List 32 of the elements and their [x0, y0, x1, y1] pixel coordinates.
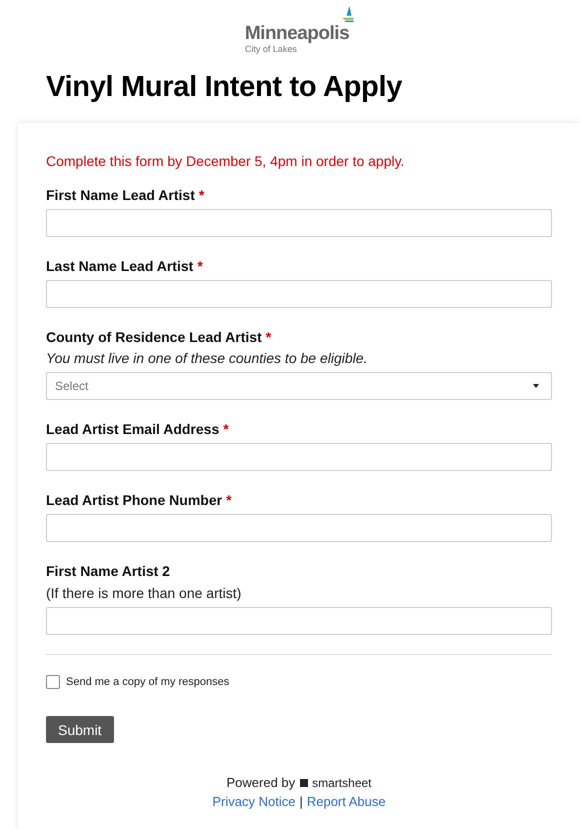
logo-text: Minneapolis	[244, 24, 350, 44]
footer-link[interactable]: Report Abuse	[306, 794, 386, 809]
select-field[interactable]: Select	[46, 372, 552, 400]
required-marker: *	[197, 258, 203, 274]
checkbox-label: Send me a copy of my responses	[66, 676, 230, 688]
input-field[interactable]	[46, 514, 552, 542]
powered-by-text: Powered by	[226, 775, 296, 790]
field-label: First Name Artist 2	[46, 563, 170, 579]
footer-link[interactable]: Privacy Notice	[212, 794, 296, 809]
input-field[interactable]	[46, 280, 552, 308]
input-field[interactable]	[46, 607, 552, 635]
deadline-notice: Complete this form by December 5, 4pm in order to apply.	[46, 153, 406, 169]
checkbox[interactable]	[46, 675, 60, 689]
logo-tagline: City of Lakes	[244, 44, 298, 54]
required-marker: *	[266, 329, 272, 345]
required-marker: *	[198, 187, 204, 203]
input-field[interactable]	[46, 443, 552, 471]
caret-icon	[533, 384, 539, 388]
required-marker: *	[226, 492, 232, 508]
brand-name: smartsheet	[312, 776, 372, 790]
required-marker: *	[223, 421, 229, 437]
submit-button[interactable]: Submit	[46, 716, 114, 743]
field-hint: You must live in one of these counties to be eligible.	[46, 350, 368, 366]
field-label: Last Name Lead Artist	[46, 258, 194, 274]
input-field[interactable]	[46, 209, 552, 237]
page-title: Vinyl Mural Intent to Apply	[46, 70, 404, 104]
field-label: County of Residence Lead Artist	[46, 329, 262, 345]
field-label: Lead Artist Phone Number	[46, 492, 222, 508]
field-label: Lead Artist Email Address	[46, 421, 220, 437]
field-label: First Name Lead Artist	[46, 187, 195, 203]
link-separator: |	[299, 794, 303, 809]
field-note: (If there is more than one artist)	[46, 585, 242, 601]
